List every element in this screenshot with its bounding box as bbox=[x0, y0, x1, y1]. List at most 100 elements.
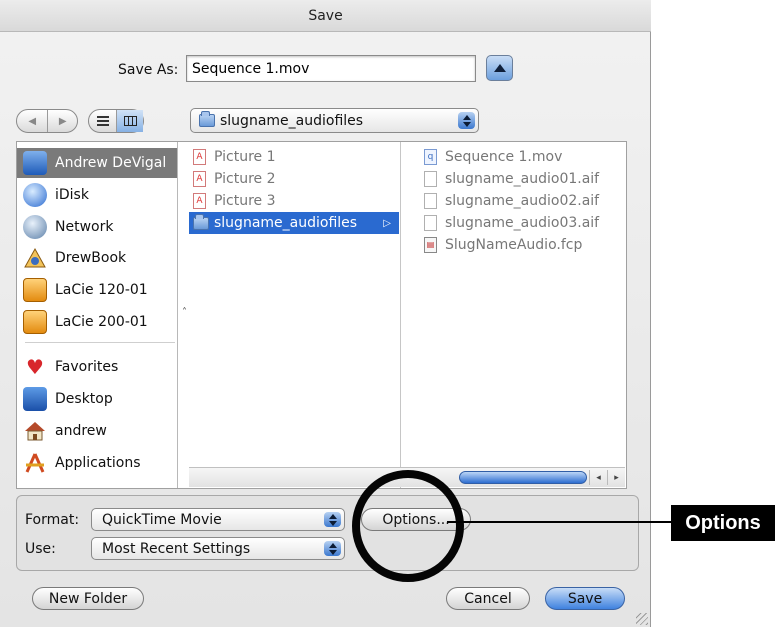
save-as-field[interactable] bbox=[186, 55, 476, 82]
view-mode-control bbox=[88, 109, 144, 133]
list-item-label: Picture 2 bbox=[214, 171, 276, 187]
list-view-icon bbox=[96, 116, 109, 126]
sidebar-item-label: Favorites bbox=[55, 359, 119, 375]
sidebar-item-label: Desktop bbox=[55, 391, 113, 407]
external-drive-icon bbox=[23, 310, 47, 334]
browser-column-1: A Picture 1 A Picture 2 A Picture 3 slugnam… bbox=[189, 142, 401, 488]
sidebar-item-computer[interactable]: Andrew DeVigal bbox=[17, 148, 177, 178]
aiff-file-icon bbox=[424, 215, 437, 231]
disclosure-arrow-icon: ▷ bbox=[383, 217, 391, 229]
folder-icon bbox=[199, 111, 215, 127]
applications-icon bbox=[23, 451, 47, 475]
pdf-file-icon: A bbox=[193, 149, 206, 165]
file-browser: Andrew DeVigal iDisk Network DrewBook La… bbox=[16, 141, 627, 489]
list-item[interactable]: slugname_audio02.aif bbox=[402, 190, 624, 212]
column-view-icon bbox=[123, 116, 137, 126]
list-item-label: slugname_audio01.aif bbox=[445, 171, 600, 187]
list-view-button[interactable] bbox=[89, 110, 116, 132]
home-icon bbox=[23, 419, 47, 443]
scroll-right-button[interactable]: ▸ bbox=[607, 470, 625, 485]
aiff-file-icon bbox=[424, 171, 437, 187]
popup-arrows-icon bbox=[324, 512, 341, 527]
save-dialog: Save Save As: ◀ ▶ slugname_audiofiles An… bbox=[0, 0, 651, 627]
external-drive-icon bbox=[23, 278, 47, 302]
sidebar-item-andrew[interactable]: andrew bbox=[23, 416, 107, 446]
use-popup[interactable]: Most Recent Settings bbox=[91, 537, 345, 560]
sidebar-item-label: LaCie 120-01 bbox=[55, 282, 148, 298]
sidebar-item-drewbook[interactable]: DrewBook bbox=[23, 243, 126, 273]
use-label: Use: bbox=[25, 541, 56, 557]
list-item-selected[interactable]: slugname_audiofiles ▷ bbox=[189, 212, 399, 234]
quicktime-movie-icon: q bbox=[424, 149, 437, 165]
scroll-left-button[interactable]: ◂ bbox=[589, 470, 607, 485]
list-item[interactable]: A Picture 1 bbox=[189, 146, 399, 168]
heart-icon: ♥ bbox=[26, 355, 44, 379]
computer-icon bbox=[23, 151, 47, 175]
use-popup-value: Most Recent Settings bbox=[102, 540, 251, 557]
sidebar-item-applications[interactable]: Applications bbox=[23, 448, 141, 478]
sidebar-item-favorites[interactable]: ♥ Favorites bbox=[23, 352, 118, 382]
save-button[interactable]: Save bbox=[545, 587, 625, 610]
popup-arrows-icon bbox=[324, 541, 341, 556]
sidebar-item-desktop[interactable]: Desktop bbox=[23, 384, 113, 414]
location-popup-value: slugname_audiofiles bbox=[220, 112, 364, 129]
format-popup[interactable]: QuickTime Movie bbox=[91, 508, 345, 531]
sidebar: Andrew DeVigal iDisk Network DrewBook La… bbox=[17, 142, 178, 488]
resize-grip-icon[interactable] bbox=[636, 613, 648, 625]
list-item-label: slugname_audiofiles bbox=[214, 215, 358, 231]
sidebar-item-lacie-200[interactable]: LaCie 200-01 bbox=[23, 307, 148, 337]
list-item[interactable]: A Picture 3 bbox=[189, 190, 399, 212]
aiff-file-icon bbox=[424, 193, 437, 209]
column-resize-handle[interactable]: ˄ bbox=[182, 307, 187, 318]
scrollbar-thumb[interactable] bbox=[459, 471, 587, 484]
cancel-button[interactable]: Cancel bbox=[446, 587, 530, 610]
folder-icon bbox=[193, 213, 209, 230]
forward-arrow-icon: ▶ bbox=[58, 115, 67, 127]
fcp-project-icon: ▤ bbox=[424, 237, 437, 253]
sidebar-item-label: iDisk bbox=[55, 187, 89, 203]
list-item-label: slugname_audio02.aif bbox=[445, 193, 600, 209]
collapse-dialog-button[interactable] bbox=[486, 55, 513, 81]
location-popup[interactable]: slugname_audiofiles bbox=[190, 108, 479, 133]
sidebar-item-network[interactable]: Network bbox=[23, 212, 113, 242]
back-forward-control: ◀ ▶ bbox=[16, 109, 78, 133]
popup-arrows-icon bbox=[458, 112, 475, 129]
sidebar-item-label: Network bbox=[55, 219, 114, 235]
sidebar-item-label: Andrew DeVigal bbox=[55, 155, 167, 171]
forward-button[interactable]: ▶ bbox=[47, 110, 77, 132]
list-item-label: slugname_audio03.aif bbox=[445, 215, 600, 231]
browser-column-2: q Sequence 1.mov slugname_audio01.aif slu… bbox=[402, 142, 626, 488]
list-item-label: Picture 3 bbox=[214, 193, 276, 209]
new-folder-button[interactable]: New Folder bbox=[32, 587, 144, 610]
sidebar-item-label: andrew bbox=[55, 423, 107, 439]
sidebar-item-label: DrewBook bbox=[55, 250, 127, 266]
sidebar-divider bbox=[25, 342, 175, 343]
list-item-label: Sequence 1.mov bbox=[445, 149, 563, 165]
list-item[interactable]: q Sequence 1.mov bbox=[402, 146, 624, 168]
list-item[interactable]: ▤ SlugNameAudio.fcp bbox=[402, 234, 624, 256]
column-view-button[interactable] bbox=[116, 110, 143, 132]
list-item[interactable]: slugname_audio01.aif bbox=[402, 168, 624, 190]
export-options-panel: Format: QuickTime Movie Options... Use: … bbox=[16, 495, 639, 571]
triangle-up-icon bbox=[493, 64, 506, 72]
sidebar-item-label: LaCie 200-01 bbox=[55, 314, 148, 330]
list-item-label: Picture 1 bbox=[214, 149, 276, 165]
back-button[interactable]: ◀ bbox=[17, 110, 47, 132]
pdf-file-icon: A bbox=[193, 171, 206, 187]
list-item-label: SlugNameAudio.fcp bbox=[445, 237, 583, 253]
sidebar-item-idisk[interactable]: iDisk bbox=[23, 180, 89, 210]
drewbook-icon bbox=[23, 246, 47, 270]
format-popup-value: QuickTime Movie bbox=[102, 511, 222, 528]
network-globe-icon bbox=[23, 215, 47, 239]
sidebar-item-lacie-120[interactable]: LaCie 120-01 bbox=[23, 275, 148, 305]
list-item[interactable]: slugname_audio03.aif bbox=[402, 212, 624, 234]
save-as-label: Save As: bbox=[118, 62, 179, 78]
sidebar-item-label: Applications bbox=[55, 455, 141, 471]
desktop-icon bbox=[23, 387, 47, 411]
dialog-title: Save bbox=[0, 0, 651, 32]
list-item[interactable]: A Picture 2 bbox=[189, 168, 399, 190]
highlight-circle bbox=[352, 470, 464, 582]
callout-line bbox=[447, 521, 671, 523]
idisk-icon bbox=[23, 183, 47, 207]
options-callout-label: Options bbox=[671, 505, 775, 541]
